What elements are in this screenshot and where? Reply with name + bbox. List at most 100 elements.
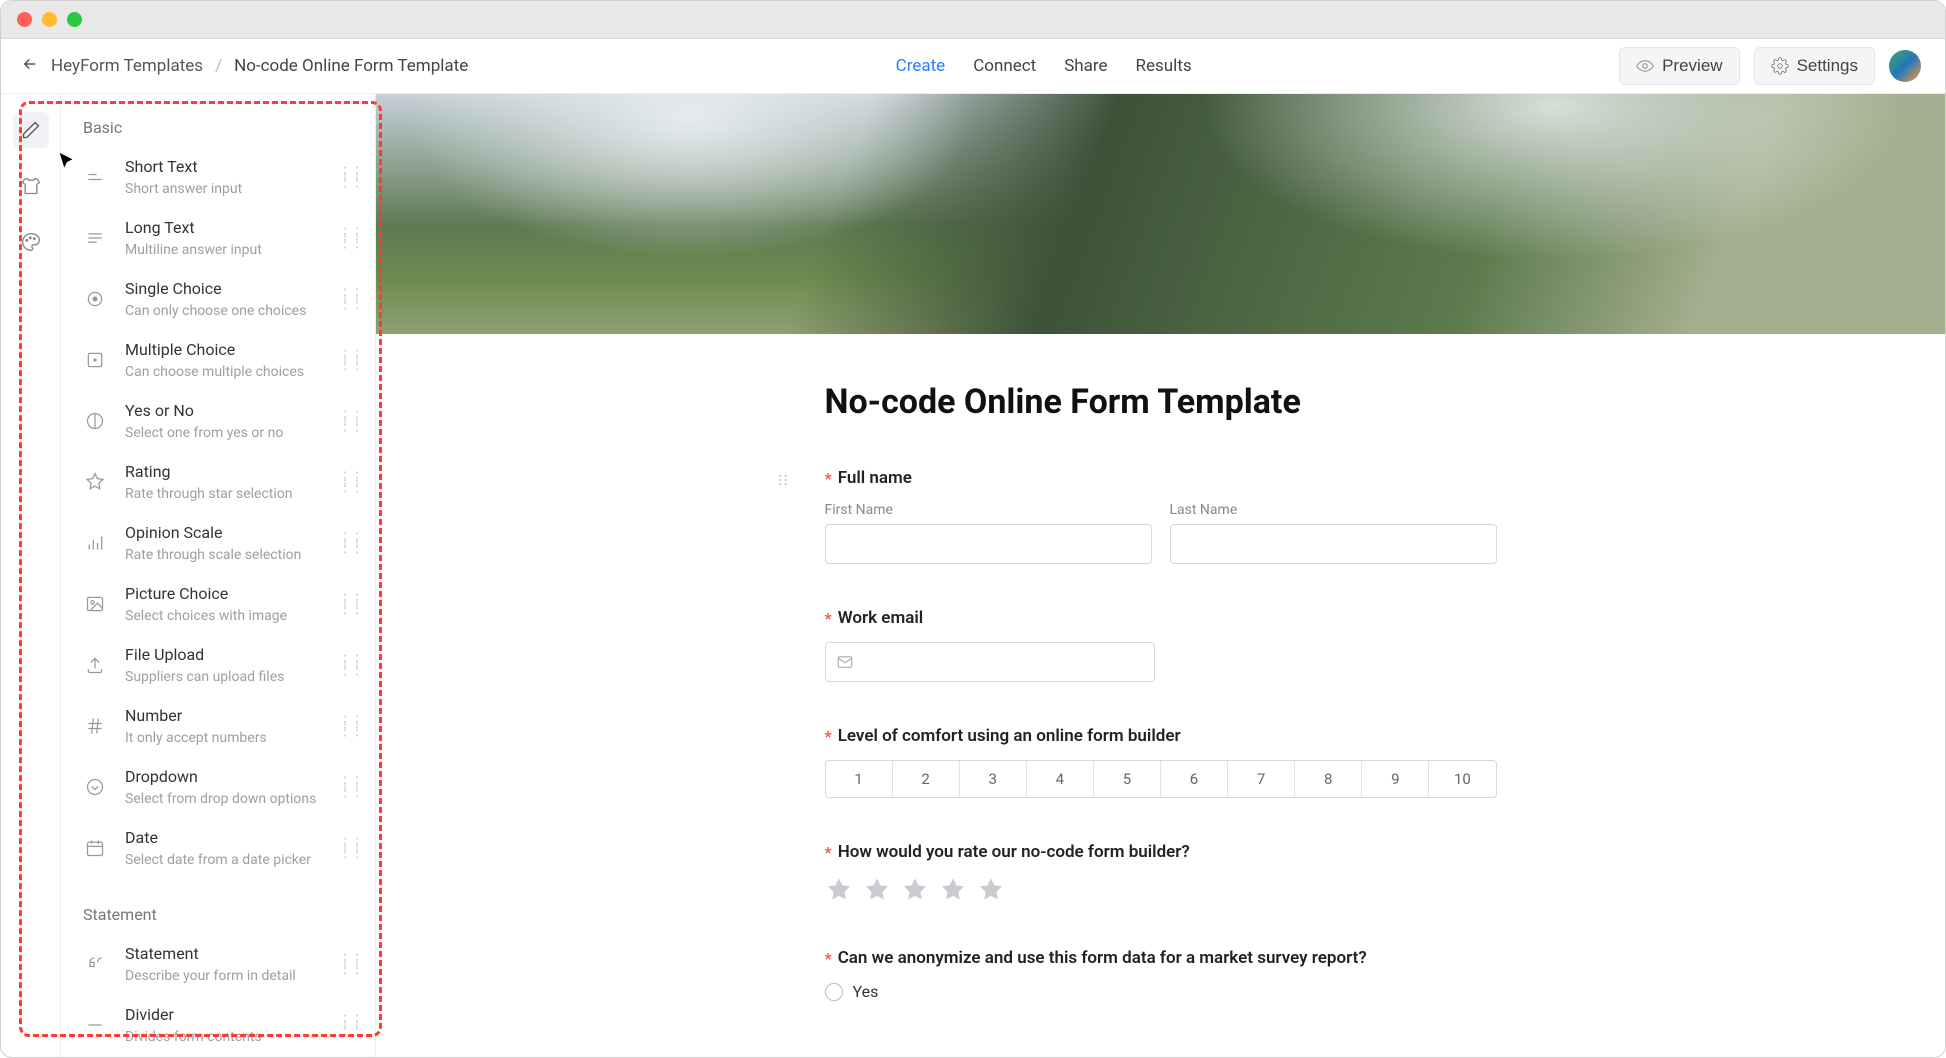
- field-type-yes-no[interactable]: Yes or No Select one from yes or no ⋮⋮⋮⋮: [61, 391, 375, 452]
- question-anonymize[interactable]: *Can we anonymize and use this form data…: [825, 948, 1497, 1001]
- tab-create[interactable]: Create: [896, 56, 946, 76]
- upload-icon: [79, 649, 111, 681]
- scale-option[interactable]: 4: [1027, 761, 1094, 797]
- scale-option[interactable]: 9: [1362, 761, 1429, 797]
- drag-handle-icon[interactable]: ⋮⋮⋮⋮: [337, 230, 361, 246]
- question-label: Full name: [838, 468, 912, 488]
- tab-share[interactable]: Share: [1064, 56, 1107, 76]
- drag-handle-icon[interactable]: ⋮⋮⋮⋮: [337, 596, 361, 612]
- field-desc: Select choices with image: [125, 607, 323, 625]
- email-input[interactable]: [825, 642, 1155, 682]
- settings-button[interactable]: Settings: [1754, 47, 1875, 85]
- long-text-icon: [79, 222, 111, 254]
- field-desc: Select one from yes or no: [125, 424, 323, 442]
- last-name-input[interactable]: [1170, 524, 1497, 564]
- drag-handle-icon[interactable]: ⋮⋮⋮⋮: [337, 1017, 361, 1033]
- field-type-multiple-choice[interactable]: Multiple ChoiceCan choose multiple choic…: [61, 330, 375, 391]
- scale-option[interactable]: 2: [893, 761, 960, 797]
- radio-yes[interactable]: Yes: [825, 982, 1497, 1001]
- divider-icon: [79, 1009, 111, 1041]
- field-title: Yes or No: [125, 401, 323, 422]
- field-title: Statement: [125, 944, 323, 965]
- radio-icon: [825, 983, 843, 1001]
- breadcrumb-root[interactable]: HeyForm Templates: [51, 56, 203, 76]
- drag-handle-icon[interactable]: ⋮⋮⋮⋮: [337, 779, 361, 795]
- last-name-label: Last Name: [1170, 502, 1497, 518]
- yesno-icon: [79, 405, 111, 437]
- field-title: Multiple Choice: [125, 340, 323, 361]
- radio-icon: [79, 283, 111, 315]
- question-work-email[interactable]: *Work email: [825, 608, 1497, 682]
- window-zoom-button[interactable]: [67, 12, 82, 27]
- question-rating[interactable]: *How would you rate our no-code form bui…: [825, 842, 1497, 904]
- question-label: How would you rate our no-code form buil…: [838, 842, 1190, 862]
- field-type-dropdown[interactable]: DropdownSelect from drop down options ⋮⋮…: [61, 757, 375, 818]
- rail-design-button[interactable]: [13, 168, 49, 204]
- field-title: Picture Choice: [125, 584, 323, 605]
- field-type-file-upload[interactable]: File UploadSuppliers can upload files ⋮⋮…: [61, 635, 375, 696]
- field-desc: Short answer input: [125, 180, 323, 198]
- scale-option[interactable]: 6: [1161, 761, 1228, 797]
- field-type-divider[interactable]: DividerDivides form contents ⋮⋮⋮⋮: [61, 995, 375, 1056]
- drag-handle-icon[interactable]: ⋮⋮⋮⋮: [337, 291, 361, 307]
- form-title[interactable]: No-code Online Form Template: [825, 382, 1497, 422]
- star-rating: [825, 876, 1497, 904]
- star-icon[interactable]: [863, 876, 891, 904]
- drag-handle-icon[interactable]: ⋮⋮⋮⋮: [337, 535, 361, 551]
- question-comfort-level[interactable]: *Level of comfort using an online form b…: [825, 726, 1497, 798]
- star-icon[interactable]: [939, 876, 967, 904]
- field-type-opinion-scale[interactable]: Opinion ScaleRate through scale selectio…: [61, 513, 375, 574]
- window-minimize-button[interactable]: [42, 12, 57, 27]
- radio-label: Yes: [853, 982, 879, 1001]
- drag-handle-icon[interactable]: ⋮⋮⋮⋮: [337, 718, 361, 734]
- required-mark: *: [825, 727, 832, 746]
- form-cover-image[interactable]: [376, 94, 1945, 334]
- preview-button[interactable]: Preview: [1619, 47, 1739, 85]
- back-arrow-icon[interactable]: [21, 55, 39, 78]
- field-type-picture-choice[interactable]: Picture ChoiceSelect choices with image …: [61, 574, 375, 635]
- rail-edit-button[interactable]: [13, 112, 49, 148]
- drag-handle-icon[interactable]: ⋮⋮⋮⋮: [337, 352, 361, 368]
- field-type-number[interactable]: NumberIt only accept numbers ⋮⋮⋮⋮: [61, 696, 375, 757]
- field-desc: Rate through star selection: [125, 485, 323, 503]
- required-mark: *: [825, 609, 832, 628]
- star-icon[interactable]: [825, 876, 853, 904]
- field-type-date[interactable]: DateSelect date from a date picker ⋮⋮⋮⋮: [61, 818, 375, 879]
- scale-option[interactable]: 5: [1094, 761, 1161, 797]
- rail-theme-button[interactable]: [13, 224, 49, 260]
- field-type-single-choice[interactable]: Single ChoiceCan only choose one choices…: [61, 269, 375, 330]
- field-type-statement[interactable]: StatementDescribe your form in detail ⋮⋮…: [61, 934, 375, 995]
- scale-option[interactable]: 3: [960, 761, 1027, 797]
- field-type-page-break[interactable]: Page BreakSplit form into several pages …: [61, 1056, 375, 1057]
- drag-handle-icon[interactable]: ⋮⋮⋮⋮: [337, 169, 361, 185]
- field-title: Divider: [125, 1005, 323, 1026]
- star-icon[interactable]: [901, 876, 929, 904]
- question-full-name[interactable]: *Full name First Name Last Name: [825, 468, 1497, 564]
- star-icon[interactable]: [977, 876, 1005, 904]
- scale-option[interactable]: 10: [1429, 761, 1495, 797]
- drag-handle-icon[interactable]: ⋮⋮⋮⋮: [337, 474, 361, 490]
- topbar: HeyForm Templates / No-code Online Form …: [1, 39, 1945, 94]
- scale-option[interactable]: 8: [1295, 761, 1362, 797]
- pencil-icon: [21, 120, 41, 140]
- window-close-button[interactable]: [17, 12, 32, 27]
- first-name-input[interactable]: [825, 524, 1152, 564]
- field-type-short-text[interactable]: Short TextShort answer input ⋮⋮⋮⋮: [61, 147, 375, 208]
- question-drag-handle[interactable]: [775, 472, 791, 492]
- tab-connect[interactable]: Connect: [973, 56, 1036, 76]
- calendar-icon: [79, 832, 111, 864]
- field-type-long-text[interactable]: Long TextMultiline answer input ⋮⋮⋮⋮: [61, 208, 375, 269]
- drag-handle-icon[interactable]: ⋮⋮⋮⋮: [337, 956, 361, 972]
- question-label: Can we anonymize and use this form data …: [838, 948, 1367, 968]
- avatar[interactable]: [1889, 50, 1921, 82]
- hash-icon: [79, 710, 111, 742]
- drag-handle-icon[interactable]: ⋮⋮⋮⋮: [337, 657, 361, 673]
- drag-handle-icon[interactable]: ⋮⋮⋮⋮: [337, 413, 361, 429]
- scale-option[interactable]: 1: [826, 761, 893, 797]
- drag-handle-icon[interactable]: ⋮⋮⋮⋮: [337, 840, 361, 856]
- field-title: Single Choice: [125, 279, 323, 300]
- field-desc: Select from drop down options: [125, 790, 323, 808]
- field-type-rating[interactable]: RatingRate through star selection ⋮⋮⋮⋮: [61, 452, 375, 513]
- scale-option[interactable]: 7: [1228, 761, 1295, 797]
- tab-results[interactable]: Results: [1136, 56, 1192, 76]
